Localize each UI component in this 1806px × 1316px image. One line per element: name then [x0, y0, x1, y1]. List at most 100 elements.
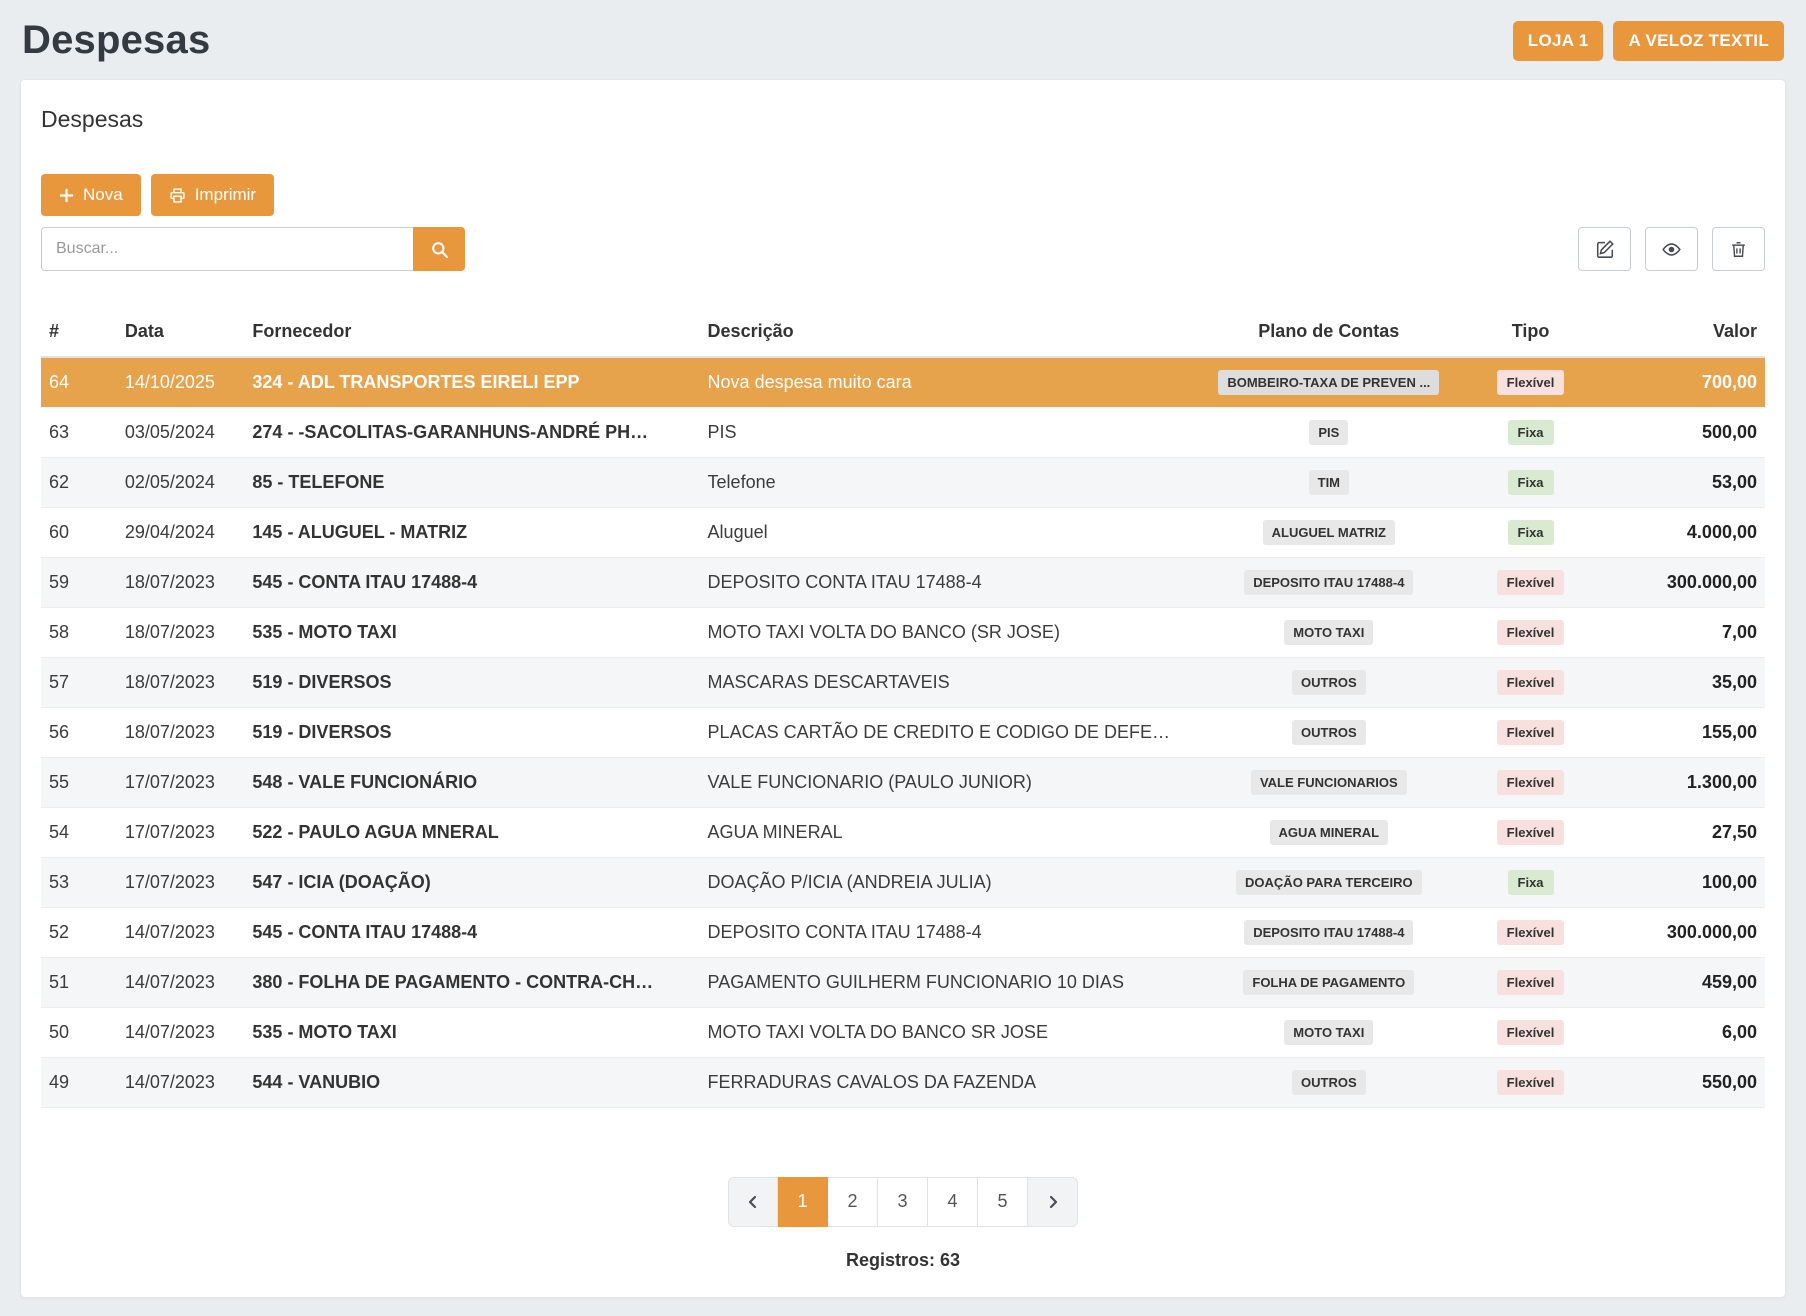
table-row[interactable]: 50 14/07/2023 535 - MOTO TAXI MOTO TAXI … — [41, 1007, 1765, 1057]
row-supplier: 145 - ALUGUEL - MATRIZ — [244, 507, 699, 557]
magnifier-icon — [430, 240, 449, 259]
chevron-right-icon — [1045, 1194, 1061, 1210]
table-row[interactable]: 54 17/07/2023 522 - PAULO AGUA MNERAL AG… — [41, 807, 1765, 857]
view-button[interactable] — [1645, 227, 1698, 271]
account-badge: ALUGUEL MATRIZ — [1263, 520, 1395, 545]
pagination-page-1[interactable]: 1 — [778, 1177, 828, 1227]
row-supplier: 380 - FOLHA DE PAGAMENTO - CONTRA-CH… — [244, 957, 699, 1007]
row-description: PAGAMENTO GUILHERM FUNCIONARIO 10 DIAS — [700, 957, 1203, 1007]
header-buttons: LOJA 1 A VELOZ TEXTIL — [1513, 21, 1784, 61]
row-id: 63 — [41, 407, 117, 457]
row-value: 27,50 — [1606, 807, 1765, 857]
new-expense-button[interactable]: Nova — [41, 174, 141, 216]
table-row[interactable]: 64 14/10/2025 324 - ADL TRANSPORTES EIRE… — [41, 357, 1765, 407]
print-button[interactable]: Imprimir — [151, 174, 274, 216]
row-type: Flexível — [1455, 607, 1607, 657]
row-date: 14/07/2023 — [117, 907, 245, 957]
table-row[interactable]: 53 17/07/2023 547 - ICIA (DOAÇÃO) DOAÇÃO… — [41, 857, 1765, 907]
card-title: Despesas — [21, 80, 1785, 133]
row-description: Aluguel — [700, 507, 1203, 557]
account-badge: OUTROS — [1292, 670, 1366, 695]
table-row[interactable]: 58 18/07/2023 535 - MOTO TAXI MOTO TAXI … — [41, 607, 1765, 657]
type-badge: Flexível — [1497, 770, 1565, 795]
chevron-left-icon — [745, 1194, 761, 1210]
row-id: 58 — [41, 607, 117, 657]
column-header-id: # — [41, 311, 117, 357]
row-type: Flexível — [1455, 1057, 1607, 1107]
table-row[interactable]: 62 02/05/2024 85 - TELEFONE Telefone TIM… — [41, 457, 1765, 507]
table-row[interactable]: 57 18/07/2023 519 - DIVERSOS MASCARAS DE… — [41, 657, 1765, 707]
row-account: PIS — [1203, 407, 1455, 457]
pagination-page-3[interactable]: 3 — [878, 1177, 928, 1227]
table-row[interactable]: 49 14/07/2023 544 - VANUBIO FERRADURAS C… — [41, 1057, 1765, 1107]
row-supplier: 522 - PAULO AGUA MNERAL — [244, 807, 699, 857]
row-type: Fixa — [1455, 457, 1607, 507]
pagination-page-5[interactable]: 5 — [978, 1177, 1028, 1227]
row-date: 17/07/2023 — [117, 807, 245, 857]
row-type: Flexível — [1455, 807, 1607, 857]
row-supplier: 519 - DIVERSOS — [244, 657, 699, 707]
pagination-prev-button[interactable] — [728, 1177, 778, 1227]
row-description: AGUA MINERAL — [700, 807, 1203, 857]
account-badge: FOLHA DE PAGAMENTO — [1243, 970, 1414, 995]
column-header-date: Data — [117, 311, 245, 357]
row-type: Flexível — [1455, 707, 1607, 757]
table-row[interactable]: 60 29/04/2024 145 - ALUGUEL - MATRIZ Alu… — [41, 507, 1765, 557]
account-badge: MOTO TAXI — [1284, 1020, 1373, 1045]
row-account: MOTO TAXI — [1203, 607, 1455, 657]
pagination-next-button[interactable] — [1028, 1177, 1078, 1227]
page-title: Despesas — [22, 18, 210, 63]
row-account: DEPOSITO ITAU 17488-4 — [1203, 557, 1455, 607]
row-supplier: 544 - VANUBIO — [244, 1057, 699, 1107]
table-row[interactable]: 63 03/05/2024 274 - -SACOLITAS-GARANHUNS… — [41, 407, 1765, 457]
expense-table-body: 64 14/10/2025 324 - ADL TRANSPORTES EIRE… — [41, 357, 1765, 1107]
row-value: 1.300,00 — [1606, 757, 1765, 807]
pagination-page-2[interactable]: 2 — [828, 1177, 878, 1227]
account-badge: OUTROS — [1292, 1070, 1366, 1095]
table-row[interactable]: 56 18/07/2023 519 - DIVERSOS PLACAS CART… — [41, 707, 1765, 757]
type-badge: Flexível — [1497, 970, 1565, 995]
row-description: PIS — [700, 407, 1203, 457]
search-button[interactable] — [413, 227, 465, 271]
type-badge: Flexível — [1497, 820, 1565, 845]
account-badge: AGUA MINERAL — [1270, 820, 1389, 845]
search-input[interactable] — [41, 227, 413, 271]
row-account: AGUA MINERAL — [1203, 807, 1455, 857]
row-description: PLACAS CARTÃO DE CREDITO E CODIGO DE DEF… — [700, 707, 1203, 757]
type-badge: Fixa — [1508, 420, 1554, 445]
row-account: TIM — [1203, 457, 1455, 507]
store-button[interactable]: LOJA 1 — [1513, 21, 1604, 61]
edit-button[interactable] — [1578, 227, 1631, 271]
table-row[interactable]: 51 14/07/2023 380 - FOLHA DE PAGAMENTO -… — [41, 957, 1765, 1007]
row-supplier: 548 - VALE FUNCIONÁRIO — [244, 757, 699, 807]
row-account: DEPOSITO ITAU 17488-4 — [1203, 907, 1455, 957]
row-date: 18/07/2023 — [117, 607, 245, 657]
type-badge: Flexível — [1497, 720, 1565, 745]
type-badge: Flexível — [1497, 370, 1565, 395]
company-button[interactable]: A VELOZ TEXTIL — [1613, 21, 1784, 61]
row-date: 14/10/2025 — [117, 357, 245, 407]
account-badge: MOTO TAXI — [1284, 620, 1373, 645]
expenses-table: # Data Fornecedor Descrição Plano de Con… — [41, 311, 1765, 1108]
account-badge: DEPOSITO ITAU 17488-4 — [1244, 920, 1413, 945]
delete-button[interactable] — [1712, 227, 1765, 271]
row-date: 17/07/2023 — [117, 857, 245, 907]
toolbar: Nova Imprimir — [41, 174, 1765, 216]
row-type: Flexível — [1455, 357, 1607, 407]
row-type: Flexível — [1455, 907, 1607, 957]
pagination-page-4[interactable]: 4 — [928, 1177, 978, 1227]
table-row[interactable]: 55 17/07/2023 548 - VALE FUNCIONÁRIO VAL… — [41, 757, 1765, 807]
row-description: Nova despesa muito cara — [700, 357, 1203, 407]
despesas-page: Despesas LOJA 1 A VELOZ TEXTIL Despesas … — [0, 0, 1806, 1298]
table-header-row: # Data Fornecedor Descrição Plano de Con… — [41, 311, 1765, 357]
row-id: 50 — [41, 1007, 117, 1057]
new-expense-label: Nova — [83, 185, 123, 205]
type-badge: Flexível — [1497, 620, 1565, 645]
table-row[interactable]: 59 18/07/2023 545 - CONTA ITAU 17488-4 D… — [41, 557, 1765, 607]
type-badge: Fixa — [1508, 470, 1554, 495]
row-date: 03/05/2024 — [117, 407, 245, 457]
type-badge: Flexível — [1497, 1020, 1565, 1045]
type-badge: Fixa — [1508, 870, 1554, 895]
row-account: ALUGUEL MATRIZ — [1203, 507, 1455, 557]
table-row[interactable]: 52 14/07/2023 545 - CONTA ITAU 17488-4 D… — [41, 907, 1765, 957]
